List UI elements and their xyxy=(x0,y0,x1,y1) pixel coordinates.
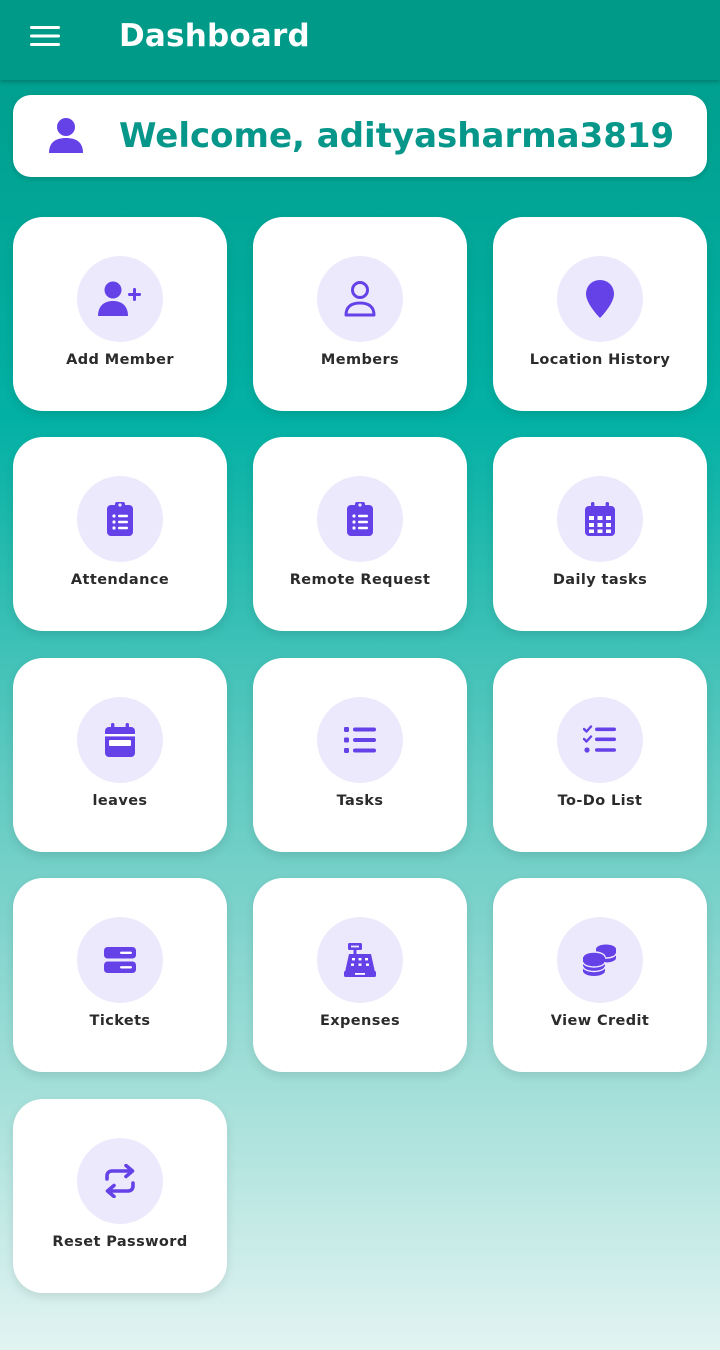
icon-circle xyxy=(317,256,403,342)
tile-label: Add Member xyxy=(66,352,174,368)
tile-label: View Credit xyxy=(550,1013,650,1029)
menu-button[interactable] xyxy=(20,16,72,56)
server-icon xyxy=(104,947,136,973)
icon-circle xyxy=(557,476,643,562)
clipboard-list-icon xyxy=(347,502,373,536)
tile-label: Location History xyxy=(529,352,671,368)
tile-location-history[interactable]: Location History xyxy=(493,217,707,411)
tile-label: Expenses xyxy=(319,1013,401,1029)
coins-icon xyxy=(582,944,617,976)
tile-label: Reset Password xyxy=(52,1234,188,1250)
add-user-icon xyxy=(98,281,141,316)
icon-circle xyxy=(77,476,163,562)
tile-to-do-list[interactable]: To-Do List xyxy=(493,658,707,852)
app-bar: Dashboard xyxy=(0,0,720,80)
cash-register-icon xyxy=(344,943,376,977)
calendar-icon xyxy=(105,723,135,757)
tile-label: To-Do List xyxy=(557,793,643,809)
clipboard-list-icon xyxy=(107,502,133,536)
welcome-card: Welcome, adityasharma3819 xyxy=(13,95,707,177)
welcome-text: Welcome, adityasharma3819 xyxy=(119,116,675,156)
checklist-icon xyxy=(583,725,616,753)
icon-circle xyxy=(317,697,403,783)
page-title: Dashboard xyxy=(119,18,310,54)
tile-add-member[interactable]: Add Member xyxy=(13,217,227,411)
tile-label: leaves xyxy=(92,793,148,809)
icon-circle xyxy=(77,917,163,1003)
hamburger-menu-icon xyxy=(30,26,60,46)
tile-members[interactable]: Members xyxy=(253,217,467,411)
tile-label: Tickets xyxy=(89,1013,151,1029)
icon-circle xyxy=(557,256,643,342)
tile-view-credit[interactable]: View Credit xyxy=(493,878,707,1072)
list-icon xyxy=(344,727,376,753)
tile-tasks[interactable]: Tasks xyxy=(253,658,467,852)
icon-circle xyxy=(557,917,643,1003)
user-outline-icon xyxy=(344,281,376,317)
user-icon xyxy=(49,118,83,153)
repeat-arrows-icon xyxy=(105,1164,135,1198)
location-pin-icon xyxy=(586,280,614,318)
tile-daily-tasks[interactable]: Daily tasks xyxy=(493,437,707,631)
tile-expenses[interactable]: Expenses xyxy=(253,878,467,1072)
tile-label: Attendance xyxy=(70,572,170,588)
icon-circle xyxy=(77,256,163,342)
tile-label: Tasks xyxy=(336,793,384,809)
icon-circle xyxy=(317,917,403,1003)
tile-label: Members xyxy=(320,352,400,368)
tile-label: Remote Request xyxy=(289,572,431,588)
tile-attendance[interactable]: Attendance xyxy=(13,437,227,631)
icon-circle xyxy=(557,697,643,783)
icon-circle xyxy=(77,697,163,783)
tile-tickets[interactable]: Tickets xyxy=(13,878,227,1072)
tile-label: Daily tasks xyxy=(552,572,648,588)
tile-leaves[interactable]: leaves xyxy=(13,658,227,852)
tile-remote-request[interactable]: Remote Request xyxy=(253,437,467,631)
icon-circle xyxy=(77,1138,163,1224)
icon-circle xyxy=(317,476,403,562)
tile-reset-password[interactable]: Reset Password xyxy=(13,1099,227,1293)
calendar-grid-icon xyxy=(585,502,615,536)
